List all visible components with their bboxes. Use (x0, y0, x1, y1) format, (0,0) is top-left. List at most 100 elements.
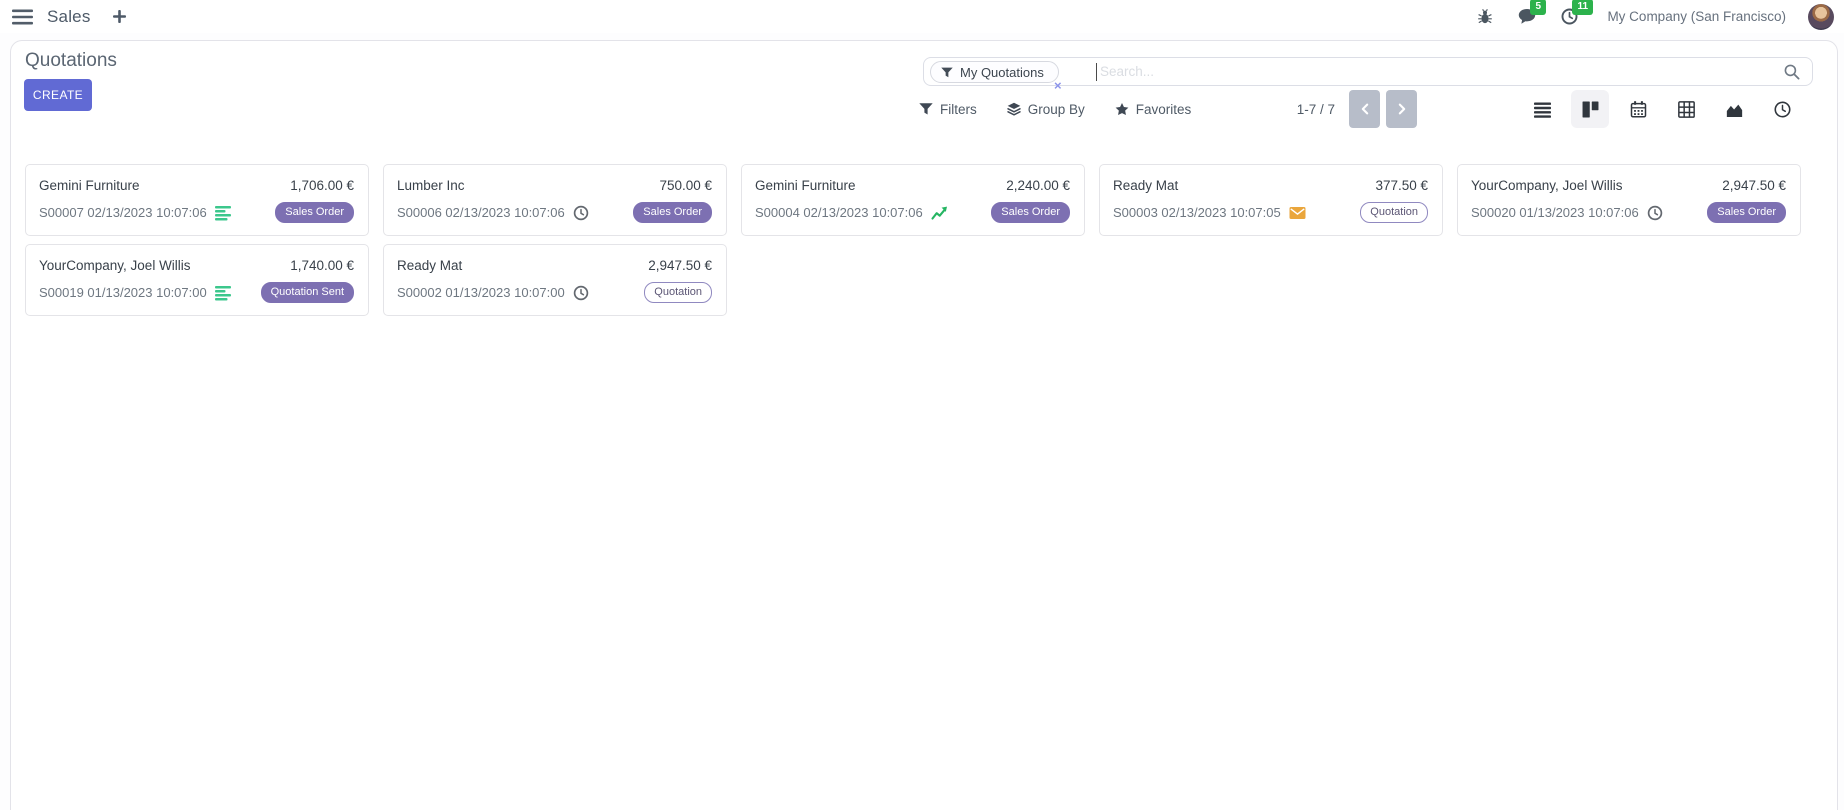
graph-view-icon (1726, 101, 1743, 118)
apps-menu-icon[interactable] (12, 9, 33, 25)
group-by-label: Group By (1028, 102, 1085, 117)
list-view-icon (1534, 101, 1551, 118)
quotation-card[interactable]: Ready Mat 377.50 € S00003 02/13/2023 10:… (1099, 164, 1443, 236)
app-name[interactable]: Sales (47, 7, 91, 27)
navbar-left: Sales (12, 0, 126, 33)
activity-widget[interactable] (931, 205, 948, 221)
group-by-button[interactable]: Group By (1007, 102, 1085, 117)
order-amount: 1,706.00 € (290, 178, 354, 193)
user-avatar[interactable] (1808, 4, 1834, 30)
status-badge: Sales Order (991, 202, 1070, 223)
quotation-card[interactable]: Ready Mat 2,947.50 € S00002 01/13/2023 1… (383, 244, 727, 316)
view-switcher (1523, 89, 1801, 129)
activity-widget[interactable] (215, 205, 232, 221)
activities-clock-icon[interactable]: 11 (1559, 7, 1579, 27)
debug-bug-icon[interactable] (1475, 7, 1495, 27)
activity-widget[interactable] (1289, 205, 1306, 221)
layers-icon (1007, 102, 1021, 116)
quotation-card[interactable]: YourCompany, Joel Willis 2,947.50 € S000… (1457, 164, 1801, 236)
search-input[interactable] (1100, 59, 1690, 84)
pager-next-button[interactable] (1386, 90, 1417, 128)
partner-name: Ready Mat (397, 258, 462, 273)
partner-name: YourCompany, Joel Willis (1471, 178, 1623, 193)
quotation-card[interactable]: Gemini Furniture 2,240.00 € S00004 02/13… (741, 164, 1085, 236)
activity-widget[interactable] (1647, 205, 1664, 221)
favorites-label: Favorites (1136, 102, 1192, 117)
filters-label: Filters (940, 102, 977, 117)
quotation-card[interactable]: Lumber Inc 750.00 € S00006 02/13/2023 10… (383, 164, 727, 236)
order-reference: S00020 01/13/2023 10:07:06 (1471, 205, 1639, 220)
pivot-view-icon (1678, 101, 1695, 118)
order-reference: S00007 02/13/2023 10:07:06 (39, 205, 207, 220)
pager-previous-button[interactable] (1349, 90, 1380, 128)
main-panel: Quotations CREATE My Quotations × (10, 40, 1838, 810)
create-button[interactable]: CREATE (24, 79, 92, 111)
search-options-row: Filters Group By Favorites (919, 89, 1191, 129)
pager-value: 1-7 / 7 (1297, 102, 1335, 117)
clock-icon (573, 205, 590, 221)
activity-view-icon (1774, 101, 1791, 118)
plus-icon[interactable] (113, 10, 126, 23)
filters-button[interactable]: Filters (919, 102, 977, 117)
pager: 1-7 / 7 (1297, 89, 1417, 129)
kanban-view: Gemini Furniture 1,706.00 € S00007 02/13… (25, 164, 1801, 316)
tasks-icon (215, 205, 232, 221)
messages-count-badge: 5 (1530, 0, 1546, 15)
activity-widget[interactable] (573, 205, 590, 221)
kanban-view-button[interactable] (1571, 90, 1609, 128)
partner-name: Lumber Inc (397, 178, 465, 193)
status-badge: Sales Order (1707, 202, 1786, 223)
order-reference: S00004 02/13/2023 10:07:06 (755, 205, 923, 220)
navbar-right: 5 11 My Company (San Francisco) (1475, 0, 1834, 33)
activity-view-button[interactable] (1763, 90, 1801, 128)
status-badge: Quotation (1360, 202, 1428, 223)
order-amount: 1,740.00 € (290, 258, 354, 273)
partner-name: Gemini Furniture (755, 178, 856, 193)
clock-icon (1647, 205, 1664, 221)
order-reference: S00002 01/13/2023 10:07:00 (397, 285, 565, 300)
facet-label: My Quotations (960, 65, 1044, 80)
filter-funnel-icon (941, 67, 953, 78)
search-caret (1096, 63, 1097, 81)
company-name[interactable]: My Company (San Francisco) (1607, 9, 1786, 24)
activity-widget[interactable] (215, 285, 232, 301)
calendar-view-icon (1630, 101, 1647, 118)
activity-widget[interactable] (573, 285, 590, 301)
partner-name: YourCompany, Joel Willis (39, 258, 191, 273)
page-title: Quotations (25, 50, 117, 72)
list-view-button[interactable] (1523, 90, 1561, 128)
chevron-left-icon (1359, 102, 1371, 116)
order-amount: 377.50 € (1375, 178, 1428, 193)
odoo-window: Sales 5 (0, 0, 1844, 810)
search-icon[interactable] (1784, 64, 1800, 80)
messages-icon[interactable]: 5 (1517, 7, 1537, 27)
partner-name: Gemini Furniture (39, 178, 140, 193)
status-badge: Quotation Sent (261, 282, 354, 303)
activities-count-badge: 11 (1572, 0, 1593, 15)
search-bar[interactable]: My Quotations × (923, 57, 1813, 86)
status-badge: Quotation (644, 282, 712, 303)
order-amount: 2,947.50 € (648, 258, 712, 273)
filter-funnel-icon (919, 102, 933, 116)
quotation-card[interactable]: Gemini Furniture 1,706.00 € S00007 02/13… (25, 164, 369, 236)
order-reference: S00019 01/13/2023 10:07:00 (39, 285, 207, 300)
graph-view-button[interactable] (1715, 90, 1753, 128)
order-amount: 750.00 € (659, 178, 712, 193)
top-navbar: Sales 5 (0, 0, 1844, 33)
pivot-view-button[interactable] (1667, 90, 1705, 128)
line-chart-icon (931, 205, 948, 221)
envelope-icon (1289, 205, 1306, 221)
order-reference: S00006 02/13/2023 10:07:06 (397, 205, 565, 220)
calendar-view-button[interactable] (1619, 90, 1657, 128)
quotation-card[interactable]: YourCompany, Joel Willis 1,740.00 € S000… (25, 244, 369, 316)
chevron-right-icon (1396, 102, 1408, 116)
order-amount: 2,947.50 € (1722, 178, 1786, 193)
status-badge: Sales Order (633, 202, 712, 223)
tasks-icon (215, 285, 232, 301)
clock-icon (573, 285, 590, 301)
search-facet-my-quotations[interactable]: My Quotations (930, 61, 1059, 83)
star-icon (1115, 102, 1129, 116)
favorites-button[interactable]: Favorites (1115, 102, 1192, 117)
order-reference: S00003 02/13/2023 10:07:05 (1113, 205, 1281, 220)
partner-name: Ready Mat (1113, 178, 1178, 193)
